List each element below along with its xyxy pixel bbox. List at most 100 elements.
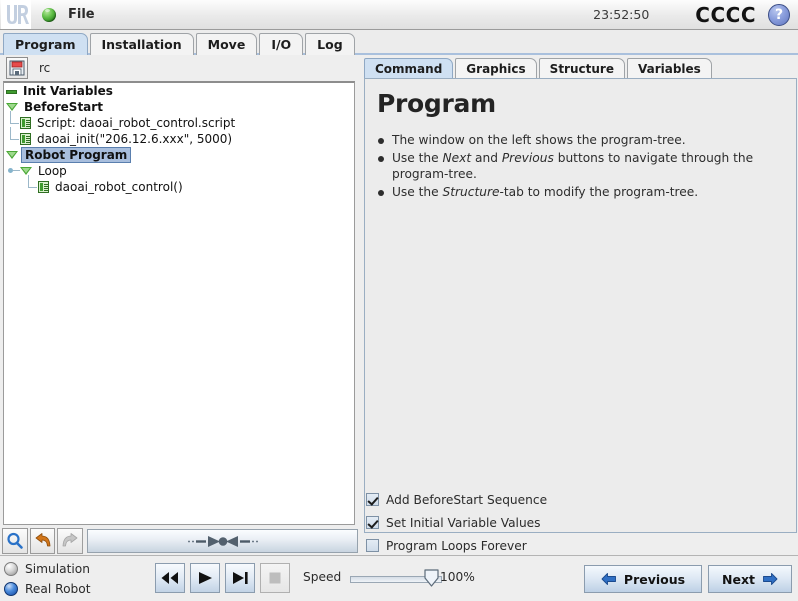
checkbox-checked-icon[interactable]	[366, 493, 379, 506]
tab-structure[interactable]: Structure	[538, 58, 625, 79]
tree-node-label: Loop	[38, 164, 67, 178]
tree-connector-icon	[6, 127, 20, 147]
tab-installation[interactable]: Installation	[89, 33, 194, 55]
tree-node-label: daoai_init("206.12.6.xxx", 5000)	[37, 132, 233, 146]
stop-icon	[260, 563, 290, 593]
title-bar: File 23:52:50 CCCC ?	[0, 0, 798, 30]
help-bullet-text: and	[471, 150, 502, 165]
tree-node-robot-program[interactable]: Robot Program	[4, 147, 354, 163]
checkbox-program-loops-forever[interactable]: Program Loops Forever	[366, 534, 666, 557]
green-script-icon	[20, 133, 31, 145]
radio-selected-icon[interactable]	[4, 582, 18, 596]
checkbox-unchecked-icon[interactable]	[366, 539, 379, 552]
program-tree[interactable]: Init Variables BeforeStart Script: daoai…	[3, 81, 355, 525]
tree-node-label: daoai_robot_control()	[55, 180, 183, 194]
tree-edit-toolbar	[0, 527, 358, 555]
undo-arrow-icon[interactable]	[29, 528, 56, 554]
radio-simulation[interactable]: Simulation	[4, 559, 154, 579]
ur-logo-icon	[1, 0, 31, 29]
green-script-icon	[20, 117, 31, 129]
help-question-icon[interactable]: ?	[768, 3, 790, 26]
tab-log[interactable]: Log	[305, 33, 355, 55]
robot-mode-radio-group: Simulation Real Robot	[4, 559, 154, 599]
next-button-label: Next	[722, 571, 755, 587]
rewind-icon[interactable]	[155, 563, 185, 593]
emphasis-next: Next	[442, 150, 472, 165]
radio-real-robot[interactable]: Real Robot	[4, 579, 154, 599]
tree-connector-icon	[6, 111, 20, 131]
checkbox-label: Add BeforeStart Sequence	[386, 492, 548, 507]
radio-unselected-icon[interactable]	[4, 562, 18, 576]
redo-arrow-icon	[57, 528, 84, 554]
radio-label: Real Robot	[25, 582, 91, 596]
tree-node-script[interactable]: Script: daoai_robot_control.script	[4, 111, 354, 131]
command-tab-bar: Command Graphics Structure Variables	[364, 56, 798, 79]
checkbox-label: Set Initial Variable Values	[386, 515, 541, 530]
help-bullet-item: The window on the left shows the program…	[375, 132, 786, 149]
tree-connector-icon	[24, 175, 38, 195]
command-panel: Command Graphics Structure Variables Pro…	[358, 55, 798, 555]
checkbox-set-initial-variable-values[interactable]: Set Initial Variable Values	[366, 511, 666, 534]
transport-controls	[155, 563, 295, 593]
speed-slider-knob[interactable]	[424, 569, 439, 587]
program-tree-panel: rc Init Variables BeforeStart Script: da…	[0, 55, 358, 527]
help-bullet-list: The window on the left shows the program…	[375, 132, 786, 200]
checkbox-label: Program Loops Forever	[386, 538, 527, 553]
tab-io[interactable]: I/O	[259, 33, 304, 55]
main-tab-bar: Program Installation Move I/O Log	[0, 30, 798, 55]
green-triangle-icon[interactable]	[6, 149, 18, 161]
emphasis-previous: Previous	[501, 150, 554, 165]
green-minus-icon	[6, 86, 17, 97]
previous-button[interactable]: Previous	[584, 565, 702, 593]
help-bullet-text: The window on the left shows the program…	[392, 133, 686, 147]
tree-node-daoai-init[interactable]: daoai_init("206.12.6.xxx", 5000)	[4, 127, 354, 147]
radio-label: Simulation	[25, 562, 90, 576]
previous-button-label: Previous	[623, 571, 686, 587]
green-script-icon	[38, 181, 49, 193]
clock-display: 23:52:50	[593, 7, 650, 22]
command-tab-content: Program The window on the left shows the…	[364, 78, 797, 533]
tab-graphics[interactable]: Graphics	[455, 58, 537, 79]
checkbox-add-beforestart-sequence[interactable]: Add BeforeStart Sequence	[366, 488, 666, 511]
tree-node-label: Init Variables	[23, 84, 113, 98]
next-button[interactable]: Next	[708, 565, 792, 593]
program-options-group: Add BeforeStart Sequence Set Initial Var…	[366, 488, 666, 557]
drag-handle-icon[interactable]	[87, 529, 358, 553]
green-triangle-icon[interactable]	[20, 165, 32, 177]
arrow-left-icon	[601, 573, 616, 585]
file-menu[interactable]: File	[68, 7, 95, 22]
tab-variables[interactable]: Variables	[626, 58, 712, 79]
tree-node-beforestart[interactable]: BeforeStart	[4, 99, 354, 115]
help-bullet-text: Use the	[392, 150, 443, 165]
tree-node-label: BeforeStart	[24, 100, 103, 114]
program-file-name: rc	[39, 61, 51, 75]
magnifier-search-icon[interactable]	[2, 528, 28, 554]
brand-label: CCCC	[695, 2, 756, 27]
tree-node-init-variables[interactable]: Init Variables	[4, 83, 354, 99]
file-toolbar: rc	[0, 55, 358, 81]
tree-node-loop[interactable]: Loop	[4, 163, 354, 179]
tab-program[interactable]: Program	[3, 33, 88, 55]
tree-handle-icon	[6, 163, 20, 179]
speed-label: Speed	[303, 570, 342, 584]
globe-icon	[42, 7, 56, 22]
tab-command[interactable]: Command	[364, 58, 454, 79]
green-triangle-icon[interactable]	[6, 101, 18, 113]
floppy-save-icon[interactable]	[6, 57, 28, 79]
page-title: Program	[377, 89, 496, 118]
help-bullet-text: Use the	[392, 184, 443, 199]
tab-move[interactable]: Move	[195, 33, 258, 55]
tree-node-daoai-robot-control[interactable]: daoai_robot_control()	[4, 175, 354, 195]
speed-value: 100%	[440, 570, 475, 584]
tree-node-label: Script: daoai_robot_control.script	[37, 116, 236, 130]
help-bullet-text: -tab to modify the program-tree.	[499, 184, 699, 199]
robot-teach-pendant-window: File 23:52:50 CCCC ? Program Installatio…	[0, 0, 798, 601]
play-icon[interactable]	[190, 563, 220, 593]
help-bullet-item: Use the Next and Previous buttons to nav…	[375, 150, 786, 183]
emphasis-structure: Structure	[442, 184, 500, 199]
bottom-control-bar: Simulation Real Robot Speed 100% Previou…	[0, 555, 798, 601]
help-bullet-item: Use the Structure-tab to modify the prog…	[375, 184, 786, 201]
arrow-right-icon	[763, 573, 778, 585]
checkbox-checked-icon[interactable]	[366, 516, 379, 529]
step-forward-icon[interactable]	[225, 563, 255, 593]
